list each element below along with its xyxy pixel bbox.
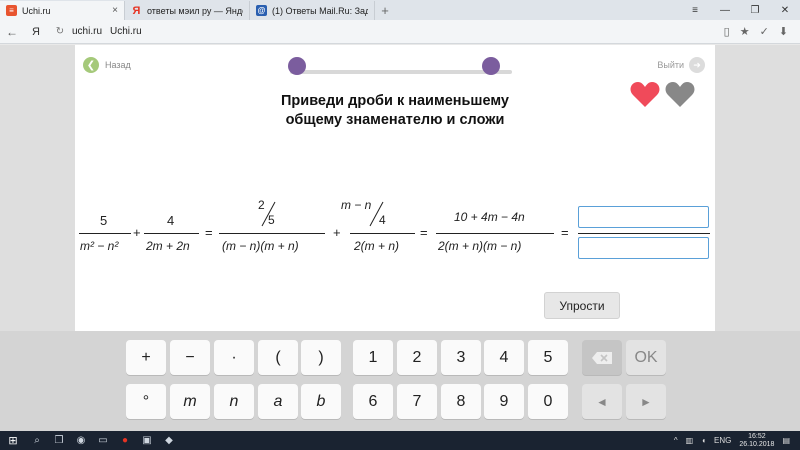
back-label: Назад — [105, 60, 131, 70]
clock-time: 16:52 — [748, 432, 766, 440]
clock-date: 26.10.2018 — [739, 440, 775, 448]
steam-icon[interactable]: ◉ — [70, 435, 92, 446]
os-taskbar: ⊞ ⌕ ❒ ◉ ▭ ● ▣ ◆ ^ ▥ ◖ ENG 16:52 26.10.20… — [0, 431, 800, 450]
uchi-icon: ≡ — [6, 5, 17, 16]
close-window-icon[interactable]: ✕ — [770, 5, 800, 16]
key-6[interactable]: 6 — [353, 384, 393, 419]
windows-start-icon[interactable]: ⊞ — [0, 434, 26, 447]
answer-numerator-input[interactable] — [578, 206, 709, 228]
tab-label: (1) Ответы Mail.Ru: Задач — [272, 5, 368, 16]
key-degree[interactable]: ° — [126, 384, 166, 419]
progress-track — [290, 70, 512, 74]
mail-icon: @ — [256, 5, 267, 16]
task-title-line: Приведи дроби к наименьшему — [281, 93, 509, 109]
search-icon[interactable]: ⌕ — [26, 435, 48, 446]
lives — [630, 81, 695, 108]
close-tab-icon[interactable]: × — [112, 5, 118, 16]
key-multiply-dot[interactable]: · — [214, 340, 254, 375]
key-5[interactable]: 5 — [528, 340, 568, 375]
reader-icon[interactable]: ▯ — [724, 25, 730, 38]
key-8[interactable]: 8 — [441, 384, 481, 419]
key-a[interactable]: a — [258, 384, 298, 419]
reload-icon[interactable]: ↻ — [54, 26, 66, 37]
tab-mail[interactable]: @ (1) Ответы Mail.Ru: Задач — [250, 1, 375, 20]
language-indicator[interactable]: ENG — [714, 436, 731, 445]
url-domain[interactable]: uchi.ru — [72, 26, 102, 37]
key-right-arrow[interactable]: ► — [626, 384, 666, 419]
volume-icon[interactable]: ◖ — [701, 436, 706, 445]
task-card: ❮ Назад Выйти ➜ Приведи дроби к наименьш… — [75, 45, 715, 331]
key-close-paren[interactable]: ) — [301, 340, 341, 375]
key-backspace[interactable] — [582, 340, 622, 375]
menu-icon[interactable]: ≡ — [680, 5, 710, 16]
tab-uchi[interactable]: ≡ Uchi.ru × — [0, 1, 125, 20]
answer-denominator-input[interactable] — [578, 237, 709, 259]
minimize-icon[interactable]: — — [710, 5, 740, 16]
key-ok[interactable]: OK — [626, 340, 666, 375]
explorer-icon[interactable]: ▭ — [92, 435, 114, 446]
progress-step-dot — [288, 57, 306, 75]
download-icon[interactable]: ⬇ — [779, 25, 788, 38]
new-tab-button[interactable]: + — [375, 1, 395, 20]
terminal-icon[interactable]: ▣ — [136, 435, 158, 446]
window-controls: ≡ — ❐ ✕ — [680, 0, 800, 20]
app-icon[interactable]: ◆ — [158, 435, 180, 446]
key-minus[interactable]: − — [170, 340, 210, 375]
heart-empty-icon — [665, 82, 695, 107]
exit-icon: ➜ — [689, 57, 705, 73]
back-arrow-icon: ❮ — [83, 57, 99, 73]
yandex-browser-icon[interactable]: ● — [114, 435, 136, 446]
key-b[interactable]: b — [301, 384, 341, 419]
key-m[interactable]: m — [170, 384, 210, 419]
tab-label: Uchi.ru — [22, 5, 51, 16]
heart-full-icon — [630, 82, 660, 107]
key-plus[interactable]: + — [126, 340, 166, 375]
exit-label: Выйти — [657, 60, 684, 70]
address-bar: ← Я ↻ uchi.ru Uchi.ru ▯ ★ ✓ ⬇ — [0, 20, 800, 44]
back-arrow-icon[interactable]: ← — [0, 25, 24, 39]
math-keyboard: + − · ( ) 1 2 3 4 5 OK ° m n a b 6 7 8 9… — [0, 331, 800, 431]
browser-tab-bar: ≡ Uchi.ru × Я ответы мэил ру — Яндекс @ … — [0, 0, 800, 20]
key-7[interactable]: 7 — [397, 384, 437, 419]
tab-label: ответы мэил ру — Яндекс — [147, 5, 243, 16]
extensions-icon[interactable]: ✓ — [760, 25, 769, 38]
url-page-title[interactable]: Uchi.ru — [110, 26, 142, 37]
task-title: Приведи дроби к наименьшему общему знаме… — [225, 92, 565, 130]
task-title-line: общему знаменателю и сложи — [285, 112, 505, 128]
key-4[interactable]: 4 — [484, 340, 524, 375]
key-open-paren[interactable]: ( — [258, 340, 298, 375]
address-bar-actions: ▯ ★ ✓ ⬇ — [724, 25, 800, 38]
system-tray: ^ ▥ ◖ ENG 16:52 26.10.2018 ▤ — [674, 433, 800, 449]
key-left-arrow[interactable]: ◄ — [582, 384, 622, 419]
task-view-icon[interactable]: ❒ — [48, 435, 70, 446]
bookmark-star-icon[interactable]: ★ — [740, 25, 750, 38]
key-3[interactable]: 3 — [441, 340, 481, 375]
backspace-icon — [592, 351, 612, 364]
network-icon[interactable]: ▥ — [686, 436, 694, 445]
tab-yandex[interactable]: Я ответы мэил ру — Яндекс — [125, 1, 250, 20]
yandex-logo[interactable]: Я — [24, 26, 48, 38]
clock[interactable]: 16:52 26.10.2018 — [739, 433, 774, 449]
notifications-icon[interactable]: ▤ — [782, 436, 790, 445]
key-1[interactable]: 1 — [353, 340, 393, 375]
maximize-icon[interactable]: ❐ — [740, 5, 770, 16]
key-0[interactable]: 0 — [528, 384, 568, 419]
progress-step-dot — [482, 57, 500, 75]
yandex-icon: Я — [132, 4, 141, 17]
key-9[interactable]: 9 — [484, 384, 524, 419]
back-button[interactable]: ❮ Назад — [83, 57, 131, 73]
key-n[interactable]: n — [214, 384, 254, 419]
key-2[interactable]: 2 — [397, 340, 437, 375]
simplify-button[interactable]: Упрости — [544, 292, 620, 319]
tray-arrow-icon[interactable]: ^ — [674, 436, 678, 445]
exit-button[interactable]: Выйти ➜ — [657, 57, 705, 73]
